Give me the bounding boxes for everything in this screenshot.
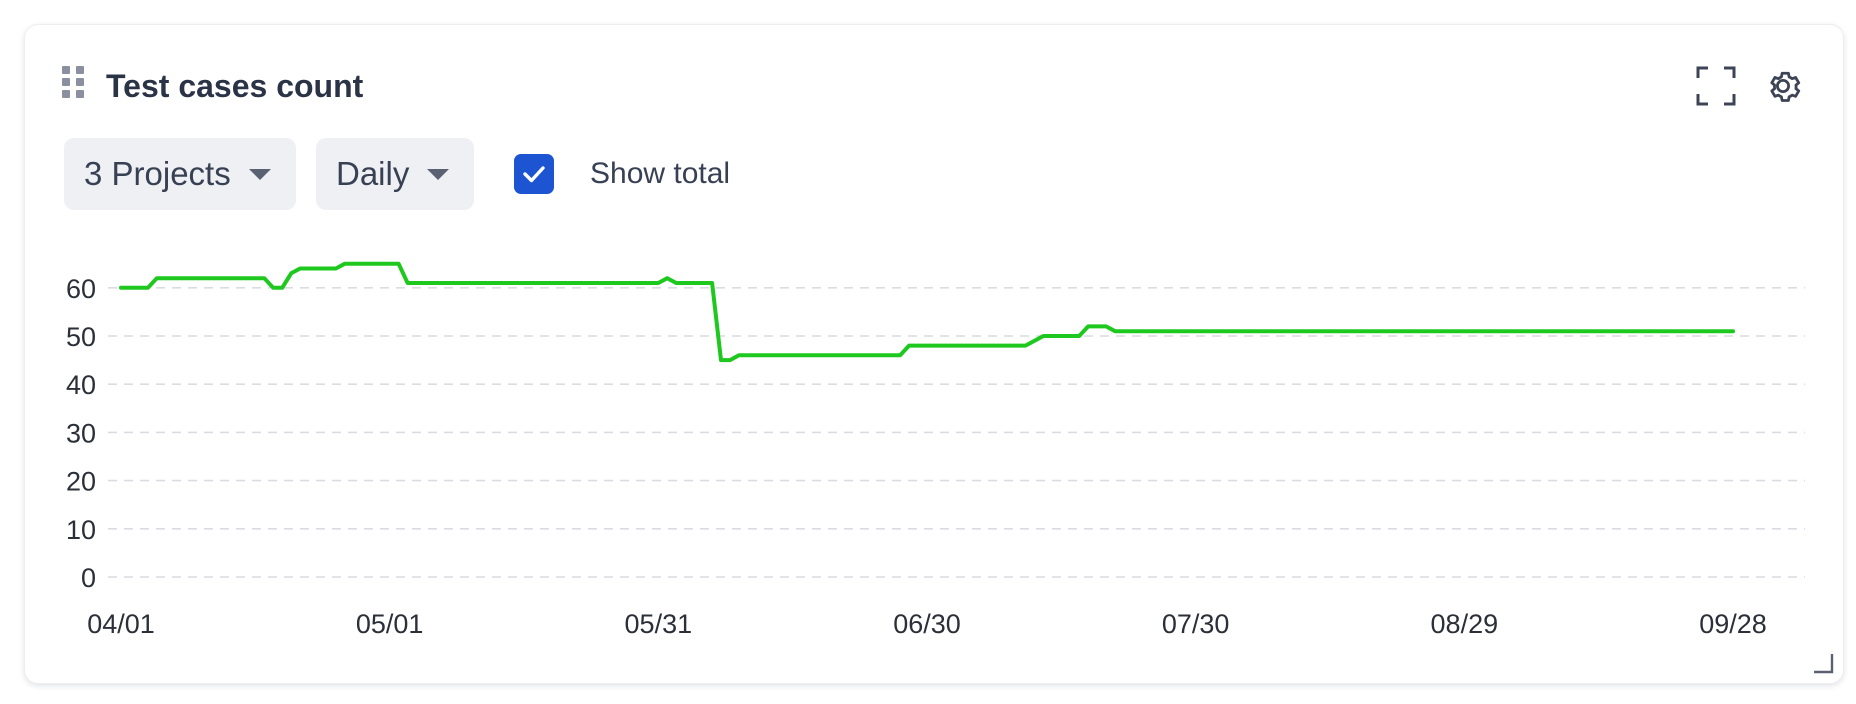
x-tick-label: 04/01	[87, 609, 155, 639]
resize-grip-icon[interactable]	[1812, 652, 1834, 674]
x-tick-label: 05/31	[625, 609, 693, 639]
y-tick-label: 60	[66, 274, 96, 304]
series-line-0	[119, 261, 1735, 363]
y-tick-label: 20	[66, 467, 96, 497]
x-tick-label: 09/28	[1699, 609, 1767, 639]
y-tick-label: 50	[66, 322, 96, 352]
y-tick-label: 30	[66, 418, 96, 448]
x-tick-label: 05/01	[356, 609, 424, 639]
x-tick-label: 06/30	[893, 609, 961, 639]
test-cases-line-chart: 0 10 20 30 40 50 60 04/01 05/01 05/31 06/30 07/30 08…	[66, 261, 1805, 639]
y-tick-label: 40	[66, 370, 96, 400]
y-tick-label: 0	[81, 563, 96, 593]
x-tick-label: 07/30	[1162, 609, 1230, 639]
y-tick-label: 10	[66, 515, 96, 545]
x-tick-label: 08/29	[1431, 609, 1499, 639]
